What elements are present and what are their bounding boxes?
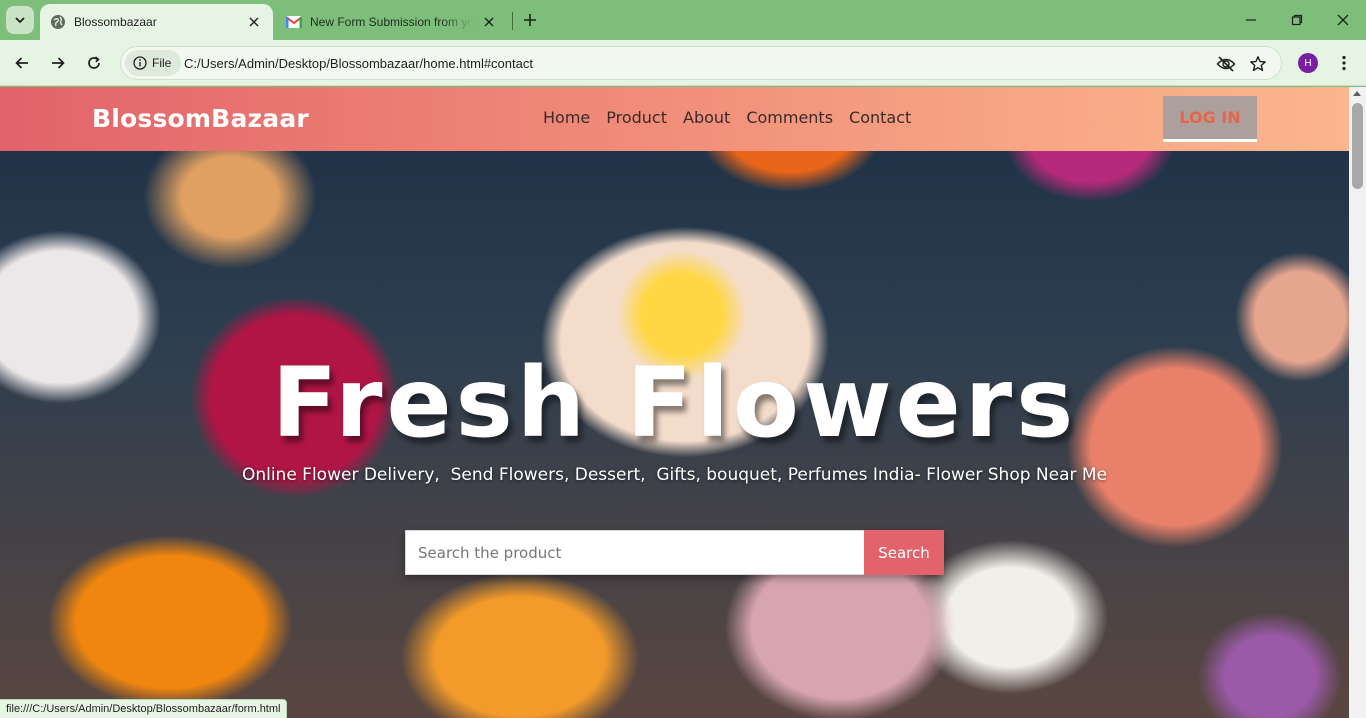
search-input[interactable] (405, 530, 864, 575)
page-viewport: BlossomBazaar Home Product About Comment… (0, 87, 1349, 718)
restore-icon (1291, 14, 1303, 26)
forward-button[interactable] (44, 49, 72, 77)
restore-button[interactable] (1285, 8, 1309, 32)
close-icon (1337, 14, 1349, 26)
search-form: Search (405, 530, 944, 575)
site-info-label: File (152, 56, 172, 70)
tab-divider (512, 12, 513, 30)
more-menu-button[interactable] (1332, 51, 1356, 75)
hero-title: Fresh Flowers (271, 347, 1078, 459)
arrow-right-icon (52, 57, 65, 69)
address-bar[interactable]: File C:/Users/Admin/Desktop/Blossombazaa… (120, 46, 1282, 80)
close-icon[interactable] (245, 13, 263, 31)
nav-contact[interactable]: Contact (849, 108, 911, 127)
tab-title: Blossombazaar (74, 15, 157, 29)
reload-icon (88, 56, 100, 69)
tab-gmail[interactable]: New Form Submission from your (276, 4, 508, 40)
page-scrollbar[interactable] (1349, 87, 1366, 718)
tab-strip: Blossombazaar New Form Submission from y… (0, 0, 1366, 40)
tab-search-button[interactable] (6, 6, 34, 34)
back-button[interactable] (8, 49, 36, 77)
browser-toolbar: File C:/Users/Admin/Desktop/Blossombazaa… (0, 40, 1366, 86)
new-tab-button[interactable] (518, 8, 542, 32)
chevron-down-icon (15, 17, 25, 24)
nav-product[interactable]: Product (606, 108, 667, 127)
nav-home[interactable]: Home (543, 108, 590, 127)
hero-subtitle: Online Flower Delivery, Send Flowers, De… (241, 465, 1108, 485)
brand-logo[interactable]: BlossomBazaar (92, 104, 309, 133)
kebab-menu-icon (1342, 55, 1346, 71)
eye-off-icon[interactable] (1214, 52, 1238, 76)
minimize-icon (1246, 19, 1256, 21)
tab-title: New Form Submission from your (310, 15, 474, 29)
plus-icon (524, 14, 536, 26)
profile-avatar[interactable]: H (1298, 53, 1318, 73)
login-button[interactable]: LOG IN (1163, 96, 1257, 142)
nav-comments[interactable]: Comments (746, 108, 833, 127)
close-window-button[interactable] (1331, 8, 1355, 32)
bookmark-star-icon[interactable] (1246, 52, 1270, 76)
minimize-button[interactable] (1239, 8, 1263, 32)
nav-links: Home Product About Comments Contact (543, 108, 911, 127)
scroll-thumb[interactable] (1352, 103, 1363, 189)
url-text[interactable]: C:/Users/Admin/Desktop/Blossombazaar/hom… (184, 56, 533, 71)
site-navbar: BlossomBazaar Home Product About Comment… (0, 87, 1349, 151)
nav-about[interactable]: About (683, 108, 730, 127)
tab-blossombazaar[interactable]: Blossombazaar (40, 4, 273, 40)
status-url-bubble: file:///C:/Users/Admin/Desktop/Blossomba… (0, 699, 288, 718)
search-button[interactable]: Search (864, 530, 944, 575)
scroll-up-arrow-icon[interactable] (1353, 91, 1361, 96)
arrow-left-icon (15, 57, 28, 69)
globe-icon (50, 14, 66, 30)
reload-button[interactable] (80, 49, 108, 77)
close-icon[interactable] (480, 13, 498, 31)
gmail-icon (286, 14, 302, 30)
info-icon (133, 56, 147, 70)
site-info-chip[interactable]: File (125, 50, 182, 76)
